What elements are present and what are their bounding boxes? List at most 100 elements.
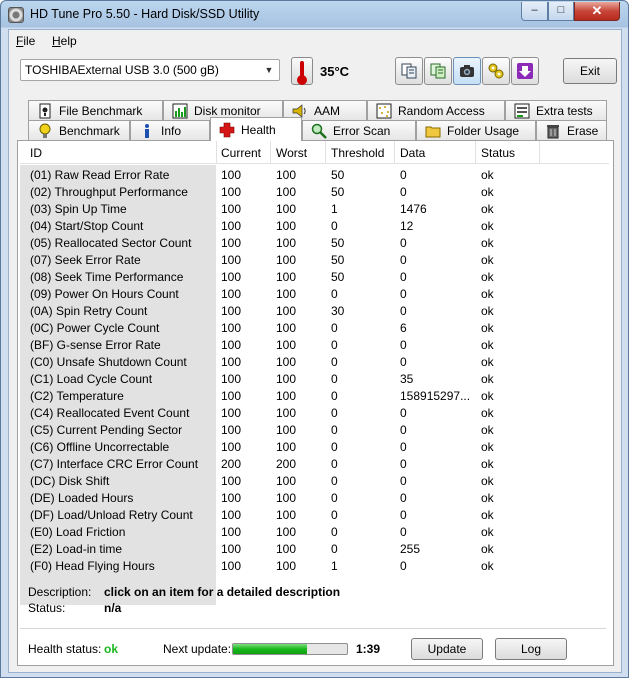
- tab-folder-usage[interactable]: Folder Usage: [416, 120, 536, 140]
- cell-id: (C5) Current Pending Sector: [30, 423, 183, 437]
- table-row[interactable]: (09) Power On Hours Count 100 100 0 0 ok: [20, 286, 609, 303]
- drive-select[interactable]: TOSHIBAExternal USB 3.0 (500 gB) ▼: [20, 59, 280, 81]
- cell-status: ok: [481, 542, 494, 556]
- table-row[interactable]: (BF) G-sense Error Rate 100 100 0 0 ok: [20, 337, 609, 354]
- cell-threshold: 0: [331, 440, 338, 454]
- table-row[interactable]: (08) Seek Time Performance 100 100 50 0 ok: [20, 269, 609, 286]
- col-status-header[interactable]: Status: [481, 146, 515, 160]
- tab-file-benchmark[interactable]: File Benchmark: [28, 100, 163, 120]
- col-worst-header[interactable]: Worst: [276, 146, 307, 160]
- table-row[interactable]: (C6) Offline Uncorrectable 100 100 0 0 ok: [20, 439, 609, 456]
- table-row[interactable]: (02) Throughput Performance 100 100 50 0 ok: [20, 184, 609, 201]
- maximize-button[interactable]: □: [548, 2, 574, 21]
- cell-threshold: 0: [331, 474, 338, 488]
- cell-current: 100: [221, 236, 242, 250]
- screenshot-button[interactable]: [453, 57, 481, 85]
- cell-worst: 100: [276, 559, 297, 573]
- cell-threshold: 30: [331, 304, 345, 318]
- copy-all-icon: [430, 63, 446, 79]
- table-row[interactable]: (F0) Head Flying Hours 100 100 1 0 ok: [20, 558, 609, 575]
- cell-worst: 100: [276, 253, 297, 267]
- cell-threshold: 50: [331, 168, 345, 182]
- cell-id: (DF) Load/Unload Retry Count: [30, 508, 193, 522]
- cell-worst: 100: [276, 168, 297, 182]
- table-row[interactable]: (DE) Loaded Hours 100 100 0 0 ok: [20, 490, 609, 507]
- tab-error-scan[interactable]: Error Scan: [302, 120, 416, 140]
- folder-icon: [425, 126, 441, 138]
- col-threshold-header[interactable]: Threshold: [331, 146, 384, 160]
- cell-id: (E2) Load-in time: [30, 542, 123, 556]
- cell-id: (07) Seek Error Rate: [30, 253, 141, 267]
- col-data-header[interactable]: Data: [400, 146, 425, 160]
- smart-attributes-table[interactable]: ID Current Worst Threshold Data Status (…: [20, 141, 609, 605]
- cell-data: 0: [400, 525, 407, 539]
- table-row[interactable]: (05) Reallocated Sector Count 100 100 50 0 ok: [20, 235, 609, 252]
- update-button[interactable]: Update: [411, 638, 483, 660]
- col-id-header[interactable]: ID: [30, 146, 42, 160]
- tab-info[interactable]: Info: [130, 120, 210, 140]
- health-status-label: Health status:: [28, 642, 102, 656]
- table-row[interactable]: (04) Start/Stop Count 100 100 0 12 ok: [20, 218, 609, 235]
- cell-current: 100: [221, 355, 242, 369]
- cell-id: (0A) Spin Retry Count: [30, 304, 148, 318]
- table-row[interactable]: (C7) Interface CRC Error Count 200 200 0 0 ok: [20, 456, 609, 473]
- cell-worst: 100: [276, 202, 297, 216]
- tab-random-access[interactable]: Random Access: [367, 100, 505, 120]
- tab-extra-tests[interactable]: Extra tests: [505, 100, 607, 120]
- save-button[interactable]: [511, 57, 539, 85]
- cell-status: ok: [481, 474, 494, 488]
- table-row[interactable]: (0A) Spin Retry Count 100 100 30 0 ok: [20, 303, 609, 320]
- table-row[interactable]: (C2) Temperature 100 100 0 158915297... ok: [20, 388, 609, 405]
- table-row[interactable]: (E2) Load-in time 100 100 0 255 ok: [20, 541, 609, 558]
- download-arrow-icon: [517, 63, 533, 79]
- disk-monitor-icon: [172, 103, 188, 119]
- cell-threshold: 0: [331, 355, 338, 369]
- table-row[interactable]: (C4) Reallocated Event Count 100 100 0 0 ok: [20, 405, 609, 422]
- cell-worst: 100: [276, 321, 297, 335]
- tab-erase[interactable]: Erase: [536, 120, 607, 140]
- countdown-value: 1:39: [356, 642, 381, 656]
- cell-threshold: 0: [331, 491, 338, 505]
- cell-data: 255: [400, 542, 421, 556]
- close-button[interactable]: ✕: [574, 2, 620, 21]
- table-row[interactable]: (01) Raw Read Error Rate 100 100 50 0 ok: [20, 167, 609, 184]
- cell-data: 0: [400, 406, 407, 420]
- col-current-header[interactable]: Current: [221, 146, 261, 160]
- table-row[interactable]: (C0) Unsafe Shutdown Count 100 100 0 0 ok: [20, 354, 609, 371]
- exit-button[interactable]: Exit: [563, 58, 617, 84]
- table-row[interactable]: (E0) Load Friction 100 100 0 0 ok: [20, 524, 609, 541]
- cell-current: 100: [221, 185, 242, 199]
- table-row[interactable]: (C5) Current Pending Sector 100 100 0 0 ok: [20, 422, 609, 439]
- cell-status: ok: [481, 338, 494, 352]
- red-cross-icon: [219, 122, 235, 138]
- table-row[interactable]: (C1) Load Cycle Count 100 100 0 35 ok: [20, 371, 609, 388]
- cell-threshold: 0: [331, 423, 338, 437]
- cell-id: (DE) Loaded Hours: [30, 491, 134, 505]
- thermometer-icon: [291, 57, 313, 85]
- options-button[interactable]: [482, 57, 510, 85]
- copy-all-button[interactable]: [424, 57, 452, 85]
- tab-health[interactable]: Health: [210, 117, 302, 141]
- cell-data: 0: [400, 168, 407, 182]
- minimize-button[interactable]: –: [521, 2, 548, 21]
- cell-threshold: 0: [331, 338, 338, 352]
- log-button[interactable]: Log: [495, 638, 567, 660]
- copy-text-button[interactable]: [395, 57, 423, 85]
- table-row[interactable]: (DC) Disk Shift 100 100 0 0 ok: [20, 473, 609, 490]
- table-row[interactable]: (03) Spin Up Time 100 100 1 1476 ok: [20, 201, 609, 218]
- description-label: Description:: [28, 585, 92, 599]
- cell-data: 0: [400, 508, 407, 522]
- cell-data: 35: [400, 372, 414, 386]
- table-row[interactable]: (0C) Power Cycle Count 100 100 0 6 ok: [20, 320, 609, 337]
- cell-id: (F0) Head Flying Hours: [30, 559, 155, 573]
- title-bar[interactable]: HD Tune Pro 5.50 - Hard Disk/SSD Utility…: [1, 1, 628, 29]
- window-title: HD Tune Pro 5.50 - Hard Disk/SSD Utility: [30, 7, 260, 21]
- cell-current: 100: [221, 440, 242, 454]
- table-row[interactable]: (DF) Load/Unload Retry Count 100 100 0 0 ok: [20, 507, 609, 524]
- tab-benchmark[interactable]: Benchmark: [28, 120, 130, 140]
- cell-threshold: 0: [331, 372, 338, 386]
- cell-data: 0: [400, 457, 407, 471]
- table-row[interactable]: (07) Seek Error Rate 100 100 50 0 ok: [20, 252, 609, 269]
- menu-help[interactable]: Help: [52, 34, 77, 48]
- menu-file[interactable]: File: [16, 34, 35, 48]
